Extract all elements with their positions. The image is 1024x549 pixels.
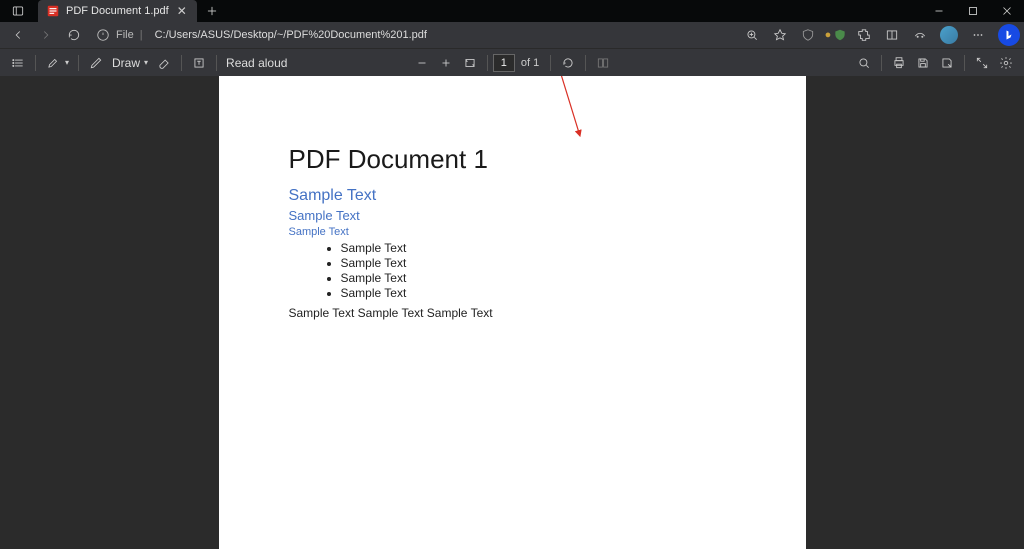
pdf-toolbar: ▾ Draw ▾ Read aloud of 1 (0, 48, 1024, 76)
favorites-button[interactable] (766, 23, 794, 47)
find-button[interactable] (852, 51, 876, 75)
browser-tab[interactable]: PDF Document 1.pdf ✕ (38, 0, 197, 22)
separator (181, 55, 182, 71)
heading-level-2: Sample Text (289, 208, 736, 223)
separator (78, 55, 79, 71)
close-window-button[interactable] (990, 0, 1024, 22)
read-aloud-button[interactable]: Read aloud (226, 56, 287, 70)
tab-close-button[interactable]: ✕ (175, 4, 189, 18)
pdf-page: PDF Document 1 Sample Text Sample Text S… (219, 76, 806, 549)
erase-button[interactable] (152, 51, 176, 75)
performance-button[interactable] (906, 23, 934, 47)
address-path: C:/Users/ASUS/Desktop/~/PDF%20Document%2… (155, 29, 427, 41)
address-bar[interactable]: File | C:/Users/ASUS/Desktop/~/PDF%20Doc… (96, 28, 427, 42)
rotate-button[interactable] (556, 51, 580, 75)
settings-button[interactable] (994, 51, 1018, 75)
list-item: Sample Text (341, 241, 736, 255)
tab-actions-button[interactable] (0, 0, 36, 22)
draw-label[interactable]: Draw (112, 56, 140, 70)
zoom-in-button[interactable] (434, 51, 458, 75)
security-shield-icon[interactable]: ● (822, 23, 850, 47)
paragraph-text: Sample Text Sample Text Sample Text (289, 306, 736, 320)
zoom-out-button[interactable] (410, 51, 434, 75)
separator (35, 55, 36, 71)
contents-button[interactable] (6, 51, 30, 75)
browser-navbar: File | C:/Users/ASUS/Desktop/~/PDF%20Doc… (0, 22, 1024, 48)
separator (964, 55, 965, 71)
separator (585, 55, 586, 71)
page-view-button[interactable] (591, 51, 615, 75)
list-item: Sample Text (341, 286, 736, 300)
maximize-button[interactable] (956, 0, 990, 22)
pdf-viewer[interactable]: PDF Document 1 Sample Text Sample Text S… (0, 76, 1024, 549)
tab-title: PDF Document 1.pdf (66, 5, 169, 17)
highlight-dropdown[interactable]: ▾ (65, 58, 69, 67)
bullet-list: Sample Text Sample Text Sample Text Samp… (341, 241, 736, 300)
address-scheme-label: File (116, 29, 134, 41)
highlight-button[interactable] (41, 51, 65, 75)
fullscreen-button[interactable] (970, 51, 994, 75)
forward-button[interactable] (32, 23, 60, 47)
page-of-label: of 1 (521, 57, 539, 69)
save-as-button[interactable] (935, 51, 959, 75)
back-button[interactable] (4, 23, 32, 47)
draw-dropdown[interactable]: ▾ (144, 58, 148, 67)
save-button[interactable] (911, 51, 935, 75)
print-button[interactable] (887, 51, 911, 75)
pdf-favicon (46, 4, 60, 18)
list-item: Sample Text (341, 256, 736, 270)
new-tab-button[interactable] (201, 0, 223, 22)
extensions-button[interactable] (850, 23, 878, 47)
profile-avatar[interactable] (940, 26, 958, 44)
heading-level-3: Sample Text (289, 226, 736, 238)
refresh-button[interactable] (60, 23, 88, 47)
minimize-button[interactable] (922, 0, 956, 22)
zoom-indicator-icon[interactable] (738, 23, 766, 47)
fit-page-button[interactable] (458, 51, 482, 75)
page-number-input[interactable] (493, 54, 515, 72)
separator (487, 55, 488, 71)
separator (216, 55, 217, 71)
separator (550, 55, 551, 71)
document-title: PDF Document 1 (289, 144, 736, 175)
separator (881, 55, 882, 71)
menu-button[interactable] (964, 23, 992, 47)
collections-button[interactable] (878, 23, 906, 47)
text-button[interactable] (187, 51, 211, 75)
list-item: Sample Text (341, 271, 736, 285)
draw-icon[interactable] (84, 51, 108, 75)
window-titlebar: PDF Document 1.pdf ✕ (0, 0, 1024, 22)
heading-level-1: Sample Text (289, 187, 736, 205)
bing-sidebar-button[interactable] (998, 24, 1020, 46)
tracking-shield-icon[interactable] (794, 23, 822, 47)
